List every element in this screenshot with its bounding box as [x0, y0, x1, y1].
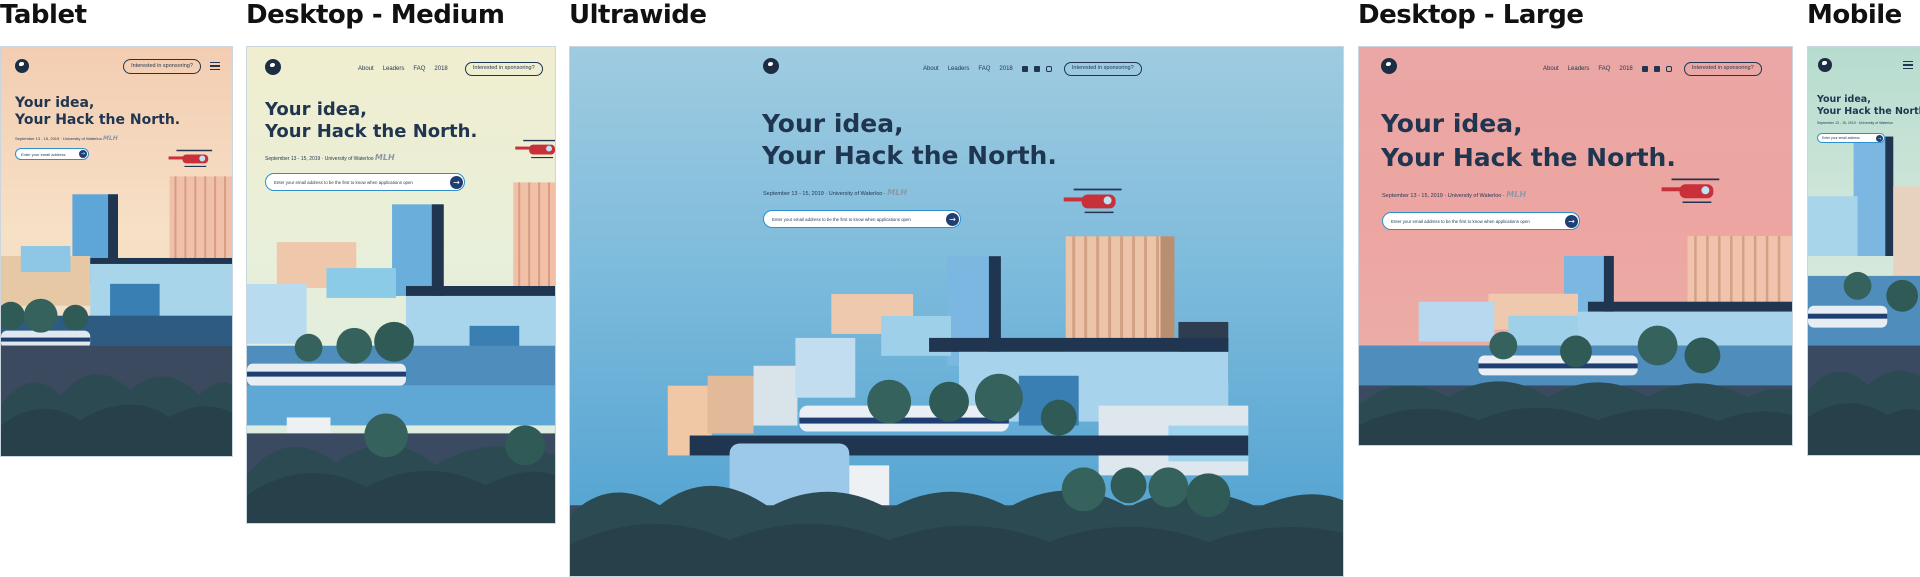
email-placeholder: Enter your email address [1822, 136, 1860, 140]
event-date: September 13 - 15, 2019 [763, 191, 824, 197]
event-meta: September 13 - 15, 2019 · University of … [265, 153, 395, 162]
frame-label-desktop-large: Desktop - Large [1358, 0, 1584, 30]
separator: · [60, 136, 62, 141]
nav-faq[interactable]: FAQ [1598, 66, 1610, 72]
facebook-icon[interactable] [1641, 66, 1648, 72]
email-placeholder: Enter your email address to be the first… [772, 216, 911, 222]
event-location: University of Waterloo [324, 156, 374, 162]
email-placeholder: Enter your email address to be the first… [274, 179, 413, 185]
nav-leaders[interactable]: Leaders [1568, 66, 1590, 72]
email-input[interactable]: Enter your email address to be the first… [763, 210, 961, 228]
nav-faq[interactable]: FAQ [978, 66, 990, 72]
hero-title-line1: Your idea, [265, 99, 367, 120]
event-date: September 13 - 15, 2019 [1817, 121, 1856, 125]
submit-arrow-icon[interactable]: → [450, 175, 463, 189]
email-input[interactable]: Enter your email address → [1817, 133, 1885, 143]
city-illustration [570, 188, 1343, 576]
frame-label-mobile: Mobile [1807, 0, 1902, 30]
mlh-logo[interactable]: MLH [375, 153, 395, 162]
email-placeholder: Enter your email address to be the first… [1391, 218, 1530, 224]
hero-title-line1: Your idea, [762, 109, 904, 138]
event-location: University of Waterloo [1858, 121, 1893, 125]
hero-title-line1: Your idea, [1381, 109, 1523, 138]
mlh-logo[interactable]: MLH [887, 188, 907, 197]
nav-2018[interactable]: 2018 [999, 66, 1012, 72]
event-date: September 13 - 15, 2019 [265, 156, 321, 162]
city-illustration [1359, 178, 1792, 445]
mlh-logo[interactable]: MLH [1506, 190, 1526, 199]
event-meta: September 13 - 15, 2019 · University of … [15, 135, 118, 142]
event-location: University of Waterloo [62, 136, 102, 141]
sponsor-button[interactable]: Interested in sponsoring? [123, 59, 201, 74]
sponsor-button[interactable]: Interested in sponsoring? [1683, 62, 1762, 76]
event-location: University of Waterloo [1447, 193, 1502, 199]
twitter-icon[interactable] [1033, 66, 1040, 72]
nav-2018[interactable]: 2018 [434, 66, 447, 72]
instagram-icon[interactable] [1045, 66, 1052, 72]
nav-about[interactable]: About [923, 66, 939, 72]
logo-icon[interactable] [265, 59, 281, 75]
separator: · [1502, 193, 1505, 199]
hero-title-line1: Your idea, [15, 95, 95, 111]
logo-icon[interactable] [15, 59, 29, 73]
logo-icon[interactable] [763, 58, 779, 74]
submit-arrow-icon[interactable]: → [1565, 214, 1578, 228]
separator: · [1444, 193, 1447, 199]
hamburger-menu-icon[interactable] [1903, 61, 1913, 69]
nav-leaders[interactable]: Leaders [948, 66, 970, 72]
nav-faq[interactable]: FAQ [413, 66, 425, 72]
submit-arrow-icon[interactable]: → [946, 212, 959, 226]
hamburger-menu-icon[interactable] [210, 62, 220, 70]
event-meta: September 13 - 15, 2019 · University of … [1817, 121, 1893, 125]
tablet-frame: Interested in sponsoring? Your idea, You… [0, 46, 233, 457]
top-nav: About Leaders FAQ 2018 Interested in spo… [358, 62, 543, 76]
logo-icon[interactable] [1381, 58, 1397, 74]
nav-2018[interactable]: 2018 [1619, 66, 1632, 72]
logo-icon[interactable] [1818, 58, 1832, 72]
mlh-logo[interactable]: MLH [103, 135, 118, 142]
email-input[interactable]: Enter your email address to be the first… [265, 173, 465, 191]
email-input[interactable]: Enter your email address → [15, 148, 89, 160]
sponsor-button[interactable]: Interested in sponsoring? [1063, 62, 1142, 76]
mobile-frame: Your idea, Your Hack the North. Septembe… [1807, 46, 1920, 456]
submit-arrow-icon[interactable]: → [1876, 134, 1883, 142]
top-nav: About Leaders FAQ 2018 Interested in spo… [923, 62, 1142, 76]
instagram-icon[interactable] [1665, 66, 1672, 72]
event-date: September 13 - 15, 2019 [1382, 193, 1443, 199]
nav-leaders[interactable]: Leaders [383, 66, 405, 72]
frame-label-desktop-medium: Desktop - Medium [246, 0, 505, 30]
hero-title-line2: Your Hack the North. [15, 112, 181, 128]
separator: · [883, 191, 886, 197]
desktop-medium-frame: About Leaders FAQ 2018 Interested in spo… [246, 46, 556, 524]
ultrawide-frame: About Leaders FAQ 2018 Interested in spo… [569, 46, 1344, 577]
frame-label-tablet: Tablet [0, 0, 87, 30]
hero-title-line2: Your Hack the North. [1817, 106, 1920, 117]
hero-title-line2: Your Hack the North. [265, 121, 478, 142]
email-placeholder: Enter your email address [21, 151, 66, 157]
frame-label-ultrawide: Ultrawide [569, 0, 707, 30]
separator: · [1856, 121, 1858, 125]
facebook-icon[interactable] [1021, 66, 1028, 72]
separator: · [825, 191, 828, 197]
desktop-large-frame: About Leaders FAQ 2018 Interested in spo… [1358, 46, 1793, 446]
hero-title-line1: Your idea, [1817, 94, 1871, 105]
sponsor-button[interactable]: Interested in sponsoring? [464, 62, 543, 76]
email-input[interactable]: Enter your email address to be the first… [1382, 212, 1580, 230]
nav-about[interactable]: About [1543, 66, 1559, 72]
separator: · [321, 156, 324, 162]
hero-title-line2: Your Hack the North. [762, 141, 1057, 170]
event-meta: September 13 - 15, 2019 · University of … [1382, 190, 1526, 199]
nav-about[interactable]: About [358, 66, 374, 72]
event-location: University of Waterloo [828, 191, 883, 197]
twitter-icon[interactable] [1653, 66, 1660, 72]
event-date: September 13 - 15, 2019 [15, 136, 60, 141]
top-nav: About Leaders FAQ 2018 Interested in spo… [1543, 62, 1762, 76]
submit-arrow-icon[interactable]: → [79, 150, 87, 158]
event-meta: September 13 - 15, 2019 · University of … [763, 188, 907, 197]
hero-title-line2: Your Hack the North. [1381, 143, 1676, 172]
